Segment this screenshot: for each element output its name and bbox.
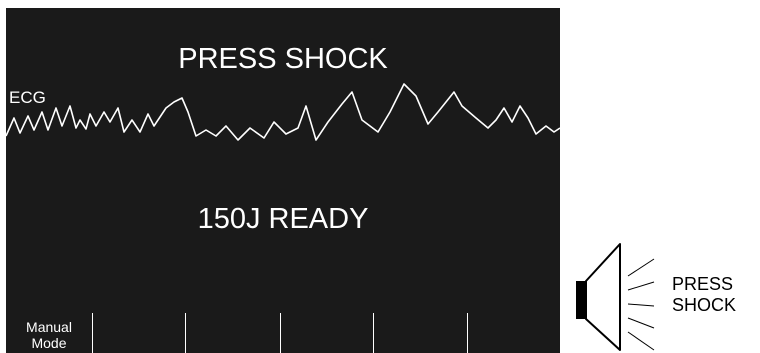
speaker-icon <box>576 243 655 351</box>
energy-status: 150J READY <box>197 203 369 235</box>
softkey-bar: Manual Mode <box>6 313 560 353</box>
defibrillator-screen: PRESS SHOCK ECG 150J READY Manual Mode <box>6 8 560 353</box>
voice-prompt-line2: SHOCK <box>672 295 737 315</box>
softkey-4[interactable] <box>281 313 374 353</box>
softkey-manual-mode[interactable]: Manual Mode <box>6 313 93 353</box>
softkey-5[interactable] <box>374 313 468 353</box>
softkey-3[interactable] <box>186 313 281 353</box>
softkey-label-line2: Mode <box>31 335 67 351</box>
softkey-label-line1: Manual <box>26 319 72 335</box>
softkey-6[interactable] <box>468 313 560 353</box>
voice-prompt-line1: PRESS <box>672 274 734 294</box>
softkey-2[interactable] <box>93 313 186 353</box>
voice-prompt-text: PRESS SHOCK <box>672 274 736 316</box>
ecg-waveform <box>6 83 560 141</box>
